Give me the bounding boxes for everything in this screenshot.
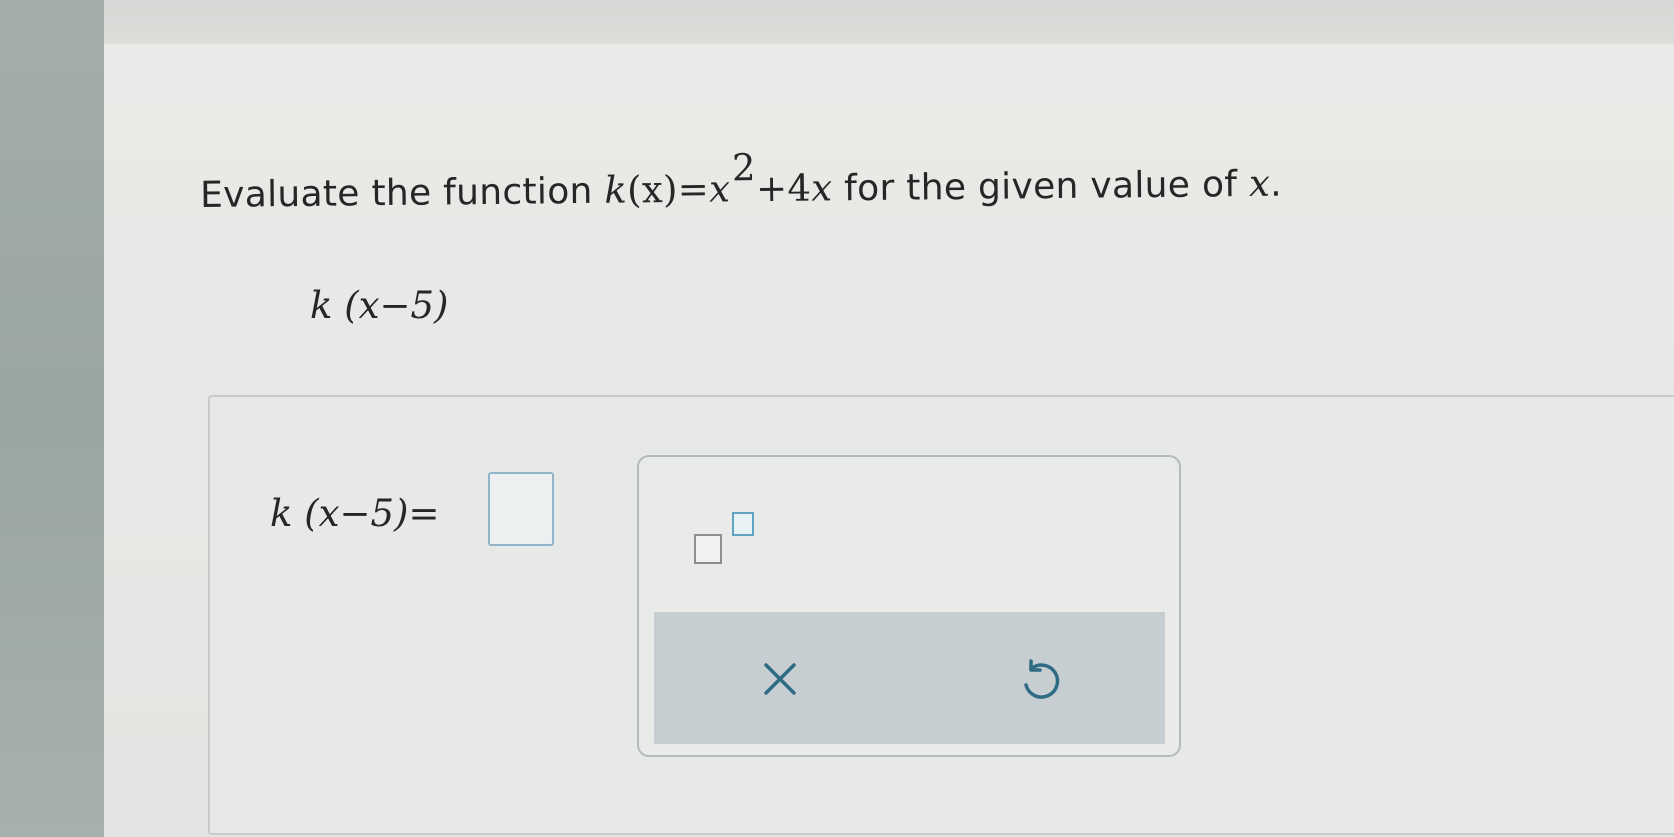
question-trail-text: for the given value of	[843, 164, 1238, 210]
answer-input[interactable]	[488, 472, 554, 546]
plus-term: +4	[755, 166, 812, 211]
equals-sign: =	[677, 167, 710, 211]
given-function-argument: (x−5)	[344, 284, 449, 327]
close-icon	[760, 659, 800, 702]
undo-icon	[1018, 655, 1062, 706]
question-period: .	[1269, 163, 1283, 205]
function-argument: (x)	[626, 167, 678, 212]
question-prompt: Evaluate the function k(x)=x2+4x for the…	[199, 146, 1283, 216]
answer-equals-sign: =	[408, 492, 440, 535]
base-variable: x	[708, 167, 731, 211]
top-header-strip	[104, 0, 1674, 44]
function-name: k	[604, 168, 628, 212]
question-lead-text: Evaluate the function	[199, 170, 593, 216]
exponent: 2	[731, 146, 757, 190]
clear-button[interactable]	[730, 640, 830, 720]
answer-function-name: k	[270, 492, 293, 535]
base-box-icon	[694, 534, 722, 564]
screen-left-edge	[0, 0, 104, 837]
exponent-box-icon	[732, 512, 754, 536]
exponent-template-button[interactable]	[688, 508, 764, 568]
answer-function-argument: (x−5)	[304, 492, 409, 535]
undo-button[interactable]	[990, 640, 1090, 720]
term-variable: x	[811, 166, 833, 210]
given-expression: k (x−5)	[310, 284, 448, 327]
given-function-name: k	[310, 284, 333, 327]
value-variable: x	[1248, 161, 1271, 206]
answer-label: k (x−5)=	[270, 492, 439, 535]
